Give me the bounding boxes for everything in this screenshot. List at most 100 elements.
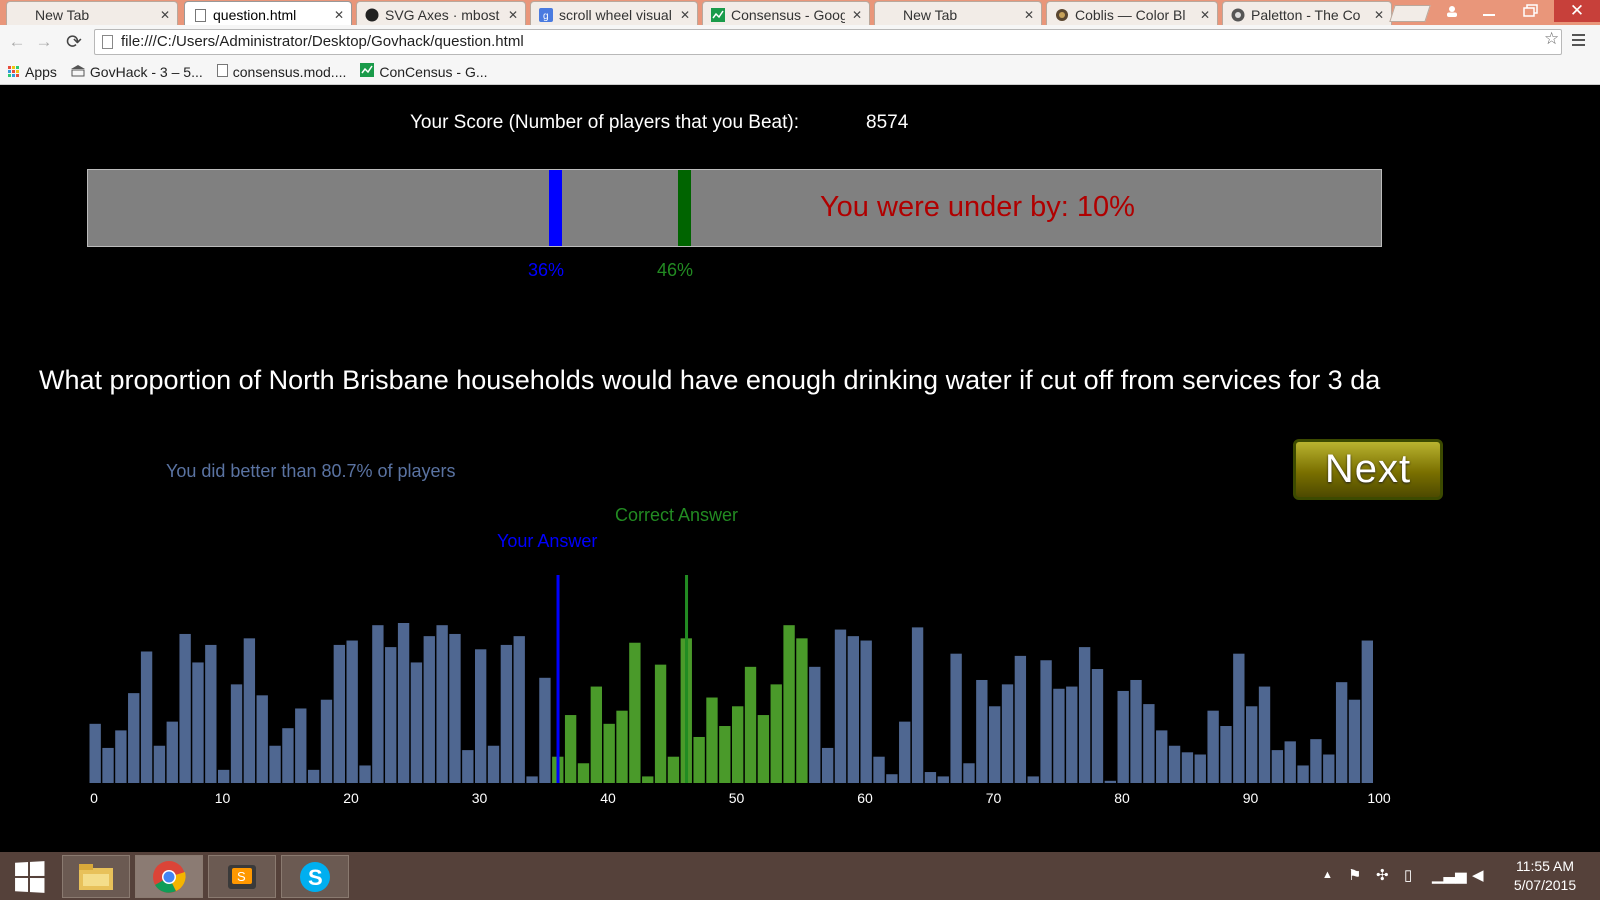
tab-title: Consensus - Goog	[731, 7, 845, 23]
tab-paletton[interactable]: Paletton - The Co ✕	[1222, 1, 1392, 25]
histogram-bar	[307, 769, 320, 783]
histogram-bar	[243, 638, 256, 783]
close-icon[interactable]: ✕	[1373, 8, 1385, 22]
histogram-bar	[397, 623, 410, 783]
tab-question-html[interactable]: question.html ✕	[184, 1, 352, 25]
close-icon[interactable]: ✕	[507, 8, 519, 22]
histogram-bar	[564, 715, 577, 783]
tab-consensus[interactable]: Consensus - Goog ✕	[702, 1, 870, 25]
forward-arrow-icon[interactable]: →	[33, 31, 55, 53]
histogram-bar	[1091, 669, 1104, 783]
x-tick-label: 10	[215, 790, 231, 806]
histogram-bar	[1078, 647, 1091, 783]
bookmark-concensus[interactable]: ConCensus - G...	[360, 63, 488, 80]
minimize-icon[interactable]	[1468, 0, 1510, 22]
histogram-bar	[1310, 739, 1322, 783]
histogram-bar	[899, 721, 911, 783]
histogram-bar	[654, 664, 667, 783]
histogram-bar	[1348, 699, 1361, 783]
svg-text:S: S	[308, 865, 323, 890]
sheets-icon	[711, 8, 725, 22]
histogram-bar	[115, 730, 127, 783]
bookmark-consensus-mod[interactable]: consensus.mod....	[216, 63, 346, 80]
histogram-bar	[860, 640, 872, 783]
dropbox-icon[interactable]: ✣	[1376, 866, 1389, 884]
url-text: file:///C:/Users/Administrator/Desktop/G…	[121, 33, 524, 50]
show-hidden-icons-icon[interactable]: ▲	[1322, 869, 1333, 881]
histogram-bar	[526, 776, 538, 783]
github-icon	[365, 8, 379, 22]
bookmark-label: GovHack - 3 – 5...	[89, 63, 203, 80]
histogram-bar	[1361, 640, 1373, 783]
close-icon[interactable]: ✕	[1023, 8, 1035, 22]
tab-strip: New Tab ✕ question.html ✕ SVG Axes · mbo…	[0, 0, 1600, 25]
battery-icon[interactable]: ▯	[1404, 866, 1412, 884]
new-tab-button[interactable]	[1389, 5, 1431, 22]
network-signal-icon[interactable]: ▁▃▅	[1432, 866, 1467, 884]
bookmark-apps[interactable]: Apps	[8, 64, 57, 80]
tab-new-tab-2[interactable]: New Tab ✕	[874, 1, 1042, 25]
histogram-bar	[462, 750, 474, 783]
histogram-bar	[886, 774, 898, 783]
histogram-bar	[847, 636, 859, 783]
action-center-flag-icon[interactable]: ⚑	[1348, 866, 1361, 884]
histogram-bar	[693, 736, 705, 783]
tab-coblis[interactable]: Coblis — Color Bl ✕	[1046, 1, 1218, 25]
histogram-bar	[205, 644, 217, 783]
histogram-bar	[629, 642, 641, 783]
histogram-bar	[333, 644, 345, 783]
tab-svg-axes[interactable]: SVG Axes · mbost ✕	[356, 1, 526, 25]
tab-new-tab-1[interactable]: New Tab ✕	[6, 1, 178, 25]
page-icon	[102, 35, 113, 49]
bookmark-star-icon[interactable]: ☆	[1544, 29, 1559, 49]
restore-icon[interactable]	[1510, 0, 1552, 22]
histogram-bar	[809, 666, 821, 783]
chrome-menu-icon[interactable]	[1572, 31, 1590, 49]
histogram-bar	[642, 776, 654, 783]
clock-time: 11:55 AM	[1515, 858, 1575, 874]
close-icon[interactable]: ✕	[333, 8, 345, 22]
histogram-bar	[218, 769, 230, 783]
back-arrow-icon[interactable]: ←	[6, 31, 28, 53]
histogram-bar	[616, 710, 628, 783]
histogram-bar	[963, 763, 975, 783]
histogram-bar	[1104, 780, 1116, 783]
windows-start-icon[interactable]	[15, 861, 45, 893]
file-explorer-icon[interactable]	[62, 855, 130, 898]
close-icon[interactable]: ✕	[1199, 8, 1211, 22]
tab-title: question.html	[213, 7, 297, 23]
histogram-bar	[770, 684, 782, 783]
system-clock[interactable]: 11:55 AM 5/07/2015	[1500, 857, 1590, 895]
close-icon[interactable]: ✕	[851, 8, 863, 22]
sublime-text-icon[interactable]: S	[208, 855, 276, 898]
address-bar[interactable]: file:///C:/Users/Administrator/Desktop/G…	[94, 29, 1562, 55]
histogram-bar	[1066, 686, 1078, 783]
histogram-bar	[1335, 682, 1348, 783]
histogram-bar	[577, 763, 590, 783]
answer-histogram: 0 10 20 30 40 50 60 70 80 90 100	[89, 575, 1391, 806]
histogram-bar	[513, 636, 525, 783]
skype-icon[interactable]: S	[281, 855, 349, 898]
histogram-bar	[757, 715, 770, 783]
close-window-icon[interactable]: ✕	[1554, 0, 1600, 22]
tab-title: SVG Axes · mbost	[385, 7, 500, 23]
user-icon[interactable]	[1440, 0, 1464, 22]
chrome-icon[interactable]	[135, 855, 203, 898]
histogram-bar	[102, 747, 114, 783]
histogram-bar	[1053, 688, 1065, 783]
reload-icon[interactable]: ⟳	[63, 31, 85, 53]
close-icon[interactable]: ✕	[159, 8, 171, 22]
clock-date: 5/07/2015	[1513, 877, 1577, 893]
histogram-bar	[821, 747, 834, 783]
bookmark-label: ConCensus - G...	[379, 63, 488, 80]
histogram-bar	[989, 706, 1001, 783]
histogram-bar	[1220, 726, 1232, 783]
page-icon	[216, 63, 228, 80]
histogram-bar	[153, 745, 166, 783]
histogram-bar	[282, 728, 294, 783]
volume-icon[interactable]: ◀	[1472, 866, 1484, 884]
tab-scroll-wheel[interactable]: g scroll wheel visual ✕	[530, 1, 698, 25]
bookmark-govhack[interactable]: GovHack - 3 – 5...	[70, 63, 203, 80]
histogram-bar	[269, 745, 281, 783]
close-icon[interactable]: ✕	[679, 8, 691, 22]
